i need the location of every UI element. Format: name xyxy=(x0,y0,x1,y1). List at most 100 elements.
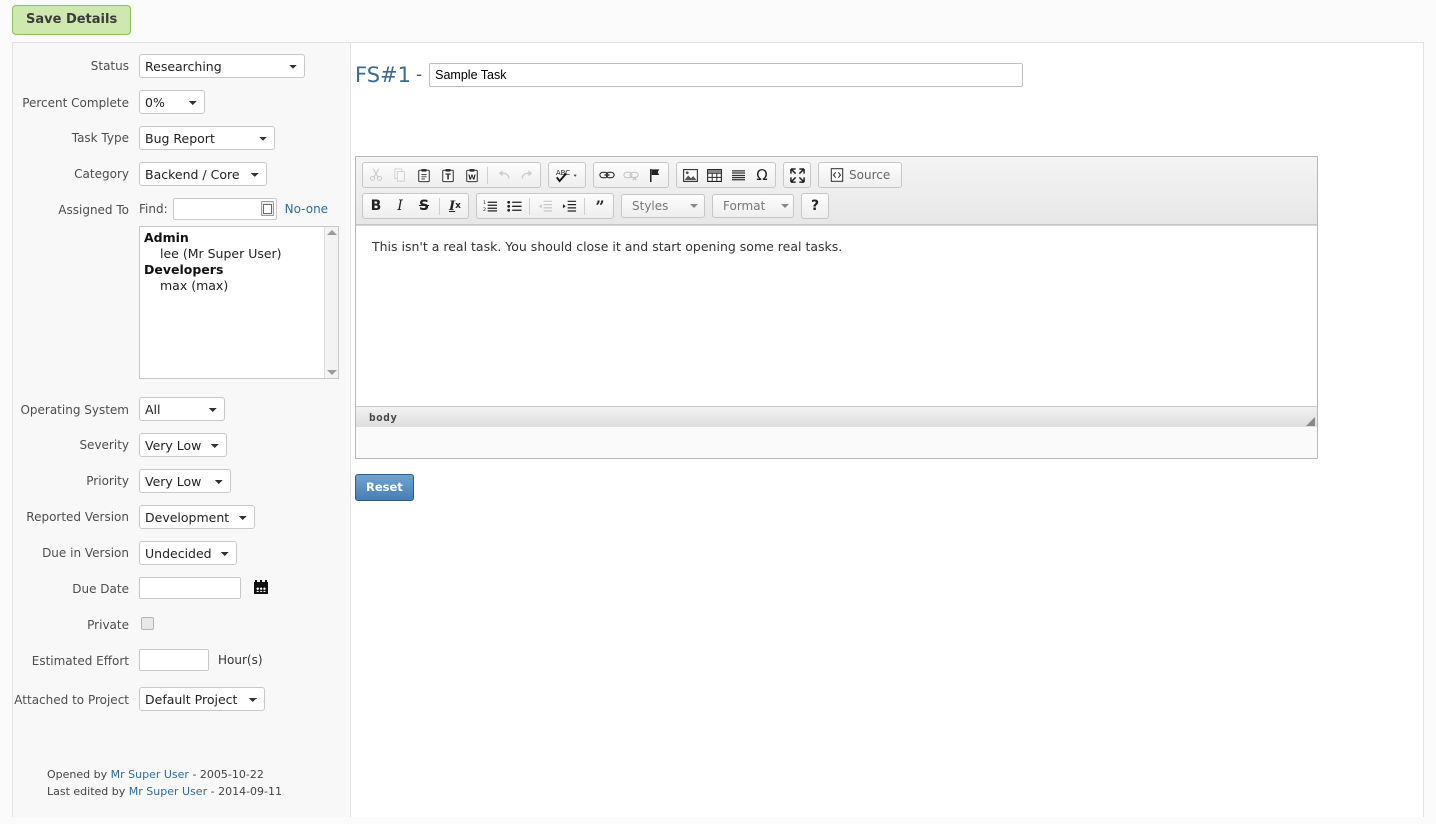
svg-text:T: T xyxy=(445,172,451,181)
redo-icon[interactable] xyxy=(515,164,539,186)
last-edited-separator: - xyxy=(210,785,215,798)
toolbar-separator xyxy=(529,197,530,215)
field-row-attached-to-project: Attached to Project Default Project xyxy=(13,687,350,711)
anchor-flag-icon[interactable] xyxy=(643,164,667,186)
assignee-option[interactable]: max (max) xyxy=(144,278,338,294)
task-meta-footer: Opened by Mr Super User - 2005-10-22 Las… xyxy=(47,766,282,800)
assignee-listbox[interactable]: Admin lee (Mr Super User) Developers max… xyxy=(139,226,339,379)
table-icon[interactable] xyxy=(702,164,726,186)
help-icon[interactable]: ? xyxy=(803,195,827,217)
task-title-input[interactable] xyxy=(429,63,1024,87)
assign-no-one-link[interactable]: No-one xyxy=(285,202,328,216)
field-row-estimated-effort: Estimated Effort Hour(s) xyxy=(13,649,350,671)
source-button-label: Source xyxy=(849,168,891,182)
operating-system-select[interactable]: All xyxy=(139,397,225,421)
status-label: Status xyxy=(90,59,129,73)
priority-label: Priority xyxy=(86,474,129,488)
estimated-effort-unit: Hour(s) xyxy=(218,653,263,667)
field-row-percent-complete: Percent Complete 0% xyxy=(13,90,350,114)
bulleted-list-icon[interactable] xyxy=(502,195,526,217)
due-date-input[interactable] xyxy=(139,577,241,599)
italic-icon[interactable]: I xyxy=(388,195,412,217)
element-path-body[interactable]: body xyxy=(369,411,398,424)
field-row-category: Category Backend / Core xyxy=(13,162,350,186)
strikethrough-icon[interactable]: S xyxy=(412,195,436,217)
field-row-reported-version: Reported Version Development xyxy=(13,505,350,529)
spellcheck-icon[interactable]: ABC xyxy=(550,164,584,186)
paragraph-group: 12 ” xyxy=(476,193,614,219)
private-checkbox[interactable] xyxy=(141,617,154,630)
styles-dropdown-label: Styles xyxy=(632,199,669,213)
opened-by-prefix: Opened by xyxy=(47,768,108,781)
field-row-due-in-version: Due in Version Undecided xyxy=(13,541,350,565)
user-picker-icon[interactable] xyxy=(260,201,274,216)
severity-select[interactable]: Very Low xyxy=(139,433,227,457)
assignee-group-label: Developers xyxy=(144,262,224,277)
task-type-select[interactable]: Bug Report xyxy=(139,126,275,150)
horizontal-rule-icon[interactable] xyxy=(726,164,750,186)
opened-by-user-link[interactable]: Mr Super User xyxy=(111,768,189,781)
field-row-status: Status Researching xyxy=(13,54,350,78)
basic-styles-group: B I S Ix xyxy=(362,193,469,219)
paste-text-icon[interactable]: T xyxy=(436,164,460,186)
rich-text-editor: T W ABC Ω Source B I S I x 1 2 ” Styles … xyxy=(355,156,1318,459)
assignee-find-row: Find: No-one xyxy=(139,198,350,220)
paste-icon[interactable] xyxy=(412,164,436,186)
styles-dropdown[interactable]: Styles xyxy=(621,194,705,218)
task-properties-sidebar: Status Researching Percent Complete 0% T… xyxy=(13,43,351,817)
bold-icon[interactable]: B xyxy=(364,195,388,217)
due-in-version-select[interactable]: Undecided xyxy=(139,541,237,565)
spellcheck-group: ABC xyxy=(548,162,586,188)
task-detail-frame: Status Researching Percent Complete 0% T… xyxy=(12,42,1424,817)
attached-to-project-select[interactable]: Default Project xyxy=(139,687,265,711)
opened-by-line: Opened by Mr Super User - 2005-10-22 xyxy=(47,766,282,783)
scroll-down-arrow-icon[interactable] xyxy=(327,370,337,375)
maximize-group xyxy=(783,162,811,188)
svg-text:1: 1 xyxy=(483,200,486,206)
field-row-priority: Priority Very Low xyxy=(13,469,350,493)
assignee-option[interactable]: lee (Mr Super User) xyxy=(144,246,338,262)
link-group xyxy=(593,162,669,188)
chevron-down-icon xyxy=(690,204,698,208)
task-title-row: FS#1 - xyxy=(355,63,1024,87)
opened-by-separator: - xyxy=(192,768,197,781)
priority-select[interactable]: Very Low xyxy=(139,469,231,493)
copy-icon[interactable] xyxy=(388,164,412,186)
scroll-up-arrow-icon[interactable] xyxy=(327,230,337,235)
numbered-list-icon[interactable]: 12 xyxy=(478,195,502,217)
unlink-icon[interactable] xyxy=(619,164,643,186)
category-select[interactable]: Backend / Core xyxy=(139,162,267,186)
paste-word-icon[interactable]: W xyxy=(460,164,484,186)
field-row-task-type: Task Type Bug Report xyxy=(13,126,350,150)
save-details-button[interactable]: Save Details xyxy=(12,5,132,35)
format-dropdown-label: Format xyxy=(723,199,766,213)
outdent-icon[interactable] xyxy=(533,195,557,217)
last-edited-user-link[interactable]: Mr Super User xyxy=(129,785,207,798)
editor-content-area[interactable]: This isn't a real task. You should close… xyxy=(356,225,1317,406)
last-edited-prefix: Last edited by xyxy=(47,785,126,798)
last-edited-date: 2014-09-11 xyxy=(218,785,283,798)
percent-complete-select[interactable]: 0% xyxy=(139,90,205,114)
find-box xyxy=(172,198,277,220)
estimated-effort-input[interactable] xyxy=(139,649,209,671)
toolbar-separator xyxy=(584,197,585,215)
reported-version-select[interactable]: Development xyxy=(139,505,255,529)
image-icon[interactable] xyxy=(678,164,702,186)
calendar-icon[interactable] xyxy=(253,580,268,594)
maximize-icon[interactable] xyxy=(785,164,809,186)
cut-icon[interactable] xyxy=(364,164,388,186)
blockquote-icon[interactable]: ” xyxy=(588,195,612,217)
field-row-operating-system: Operating System All xyxy=(13,397,350,421)
indent-icon[interactable] xyxy=(557,195,581,217)
link-icon[interactable] xyxy=(595,164,619,186)
assignee-list-scrollbar[interactable] xyxy=(324,227,338,378)
reset-button[interactable]: Reset xyxy=(355,474,414,501)
status-select[interactable]: Researching xyxy=(139,54,305,78)
source-button[interactable]: Source xyxy=(820,164,900,186)
remove-format-icon[interactable]: Ix xyxy=(443,195,467,217)
format-dropdown[interactable]: Format xyxy=(712,194,794,218)
undo-icon[interactable] xyxy=(491,164,515,186)
special-character-icon[interactable]: Ω xyxy=(750,164,774,186)
editor-resize-grip[interactable] xyxy=(1306,417,1315,426)
top-action-bar: Save Details xyxy=(0,0,1436,40)
